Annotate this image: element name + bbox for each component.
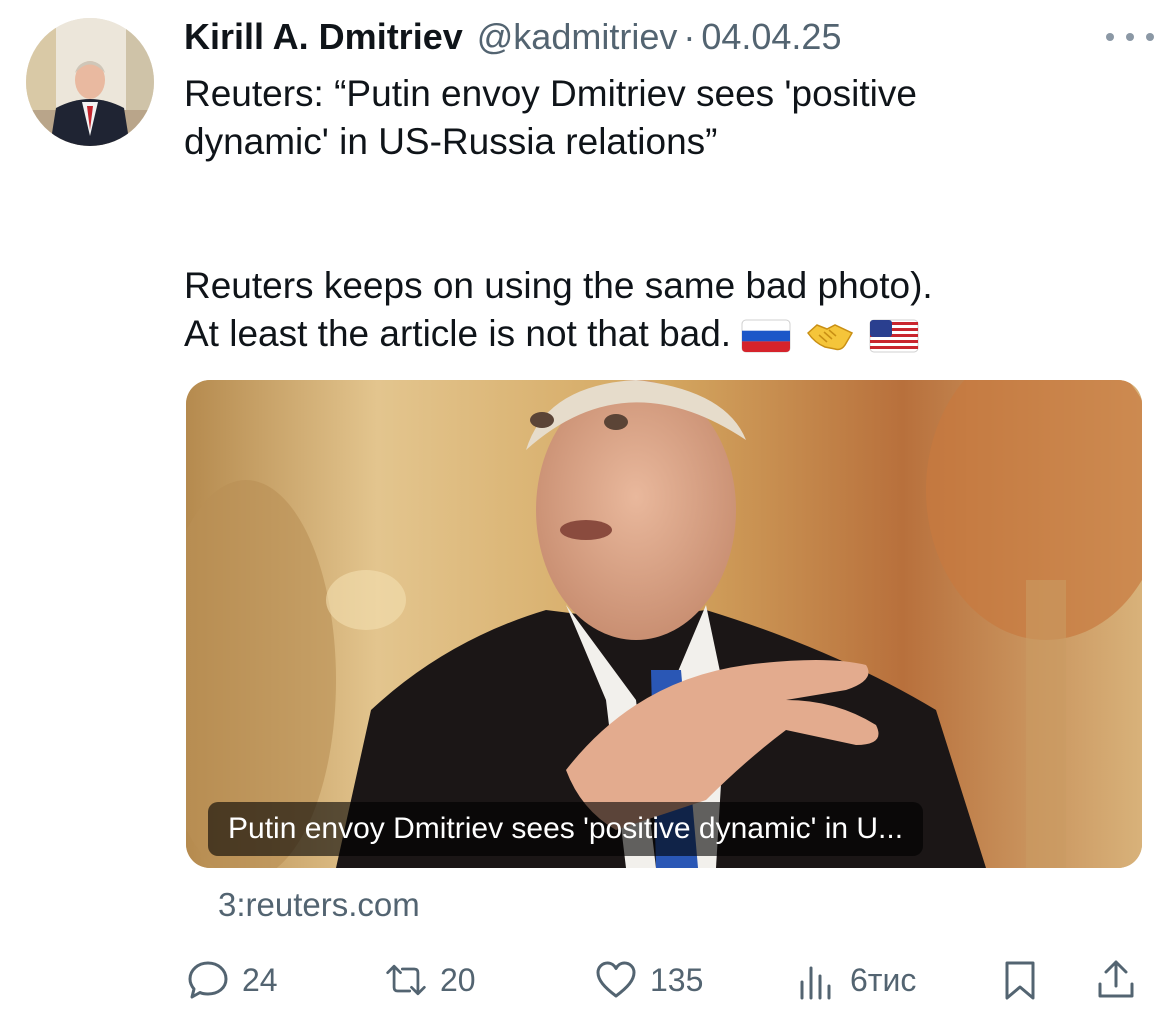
avatar-photo: [26, 18, 154, 146]
more-horizontal-icon[interactable]: [1106, 24, 1154, 50]
repost-icon: [386, 964, 426, 996]
share-icon: [1098, 960, 1134, 998]
like-count: 135: [650, 961, 704, 998]
tweet-date[interactable]: 04.04.25: [701, 16, 841, 57]
reply-button[interactable]: 24: [186, 950, 278, 1010]
author-name[interactable]: Kirill A. Dmitriev: [184, 16, 463, 58]
more-dot: [1146, 33, 1154, 41]
article-photo: [186, 380, 1142, 868]
share-button[interactable]: [1094, 950, 1138, 1010]
link-domain[interactable]: 3:reuters.com: [218, 886, 420, 924]
tweet-text-line: At least the article is not that bad.: [184, 313, 732, 354]
usa-flag-icon: [869, 319, 919, 353]
repost-count: 20: [440, 961, 476, 998]
tweet-text-line: Reuters: “Putin envoy Dmitriev sees 'pos…: [184, 73, 917, 114]
emoji-row: [741, 319, 919, 353]
reply-icon: [188, 961, 228, 999]
tweet-text: Reuters: “Putin envoy Dmitriev sees 'pos…: [184, 70, 1144, 358]
views-count: 6тис: [850, 961, 917, 998]
bookmark-icon: [1005, 961, 1035, 1000]
reply-count: 24: [242, 961, 278, 998]
avatar[interactable]: [26, 18, 154, 146]
views-button[interactable]: 6тис: [794, 950, 916, 1010]
link-card-caption[interactable]: Putin envoy Dmitriev sees 'positive dyna…: [208, 802, 924, 856]
author-handle[interactable]: @kadmitriev: [477, 16, 678, 57]
tweet-text-line: dynamic' in US-Russia relations”: [184, 121, 718, 162]
tweet-actions: 24 20 135 6тис: [186, 950, 1146, 1010]
russia-flag-icon: [741, 319, 791, 353]
tweet-text-line-with-emoji: At least the article is not that bad.: [184, 310, 1144, 358]
views-icon: [800, 966, 831, 1000]
repost-button[interactable]: 20: [384, 950, 476, 1010]
tweet-header: Kirill A. Dmitriev @kadmitriev · 04.04.25: [184, 14, 841, 60]
tweet-text-line: Reuters keeps on using the same bad phot…: [184, 265, 933, 306]
author-meta: @kadmitriev · 04.04.25: [477, 16, 842, 58]
bookmark-button[interactable]: [998, 950, 1042, 1010]
more-dot: [1106, 33, 1114, 41]
link-preview-card[interactable]: Putin envoy Dmitriev sees 'positive dyna…: [186, 380, 1142, 868]
heart-icon: [596, 961, 636, 998]
handshake-icon: [807, 324, 854, 351]
like-button[interactable]: 135: [594, 950, 703, 1010]
more-dot: [1126, 33, 1134, 41]
separator: ·: [683, 16, 696, 57]
